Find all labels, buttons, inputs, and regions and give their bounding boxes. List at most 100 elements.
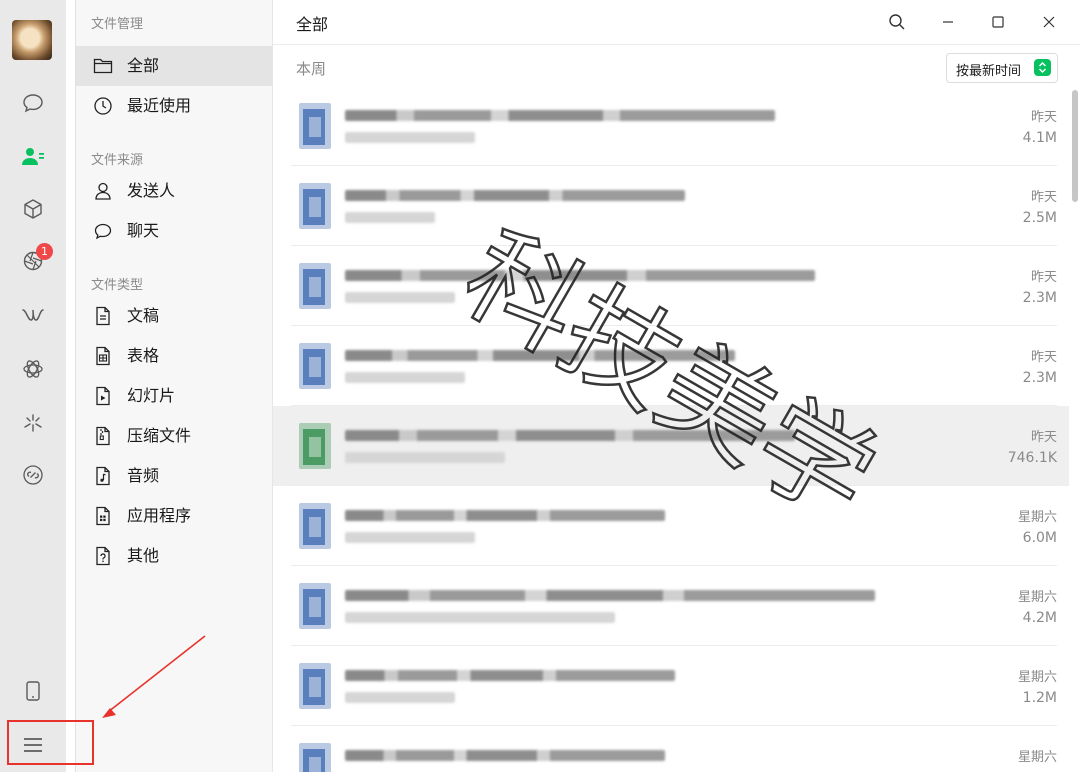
file-manager-sidebar: 文件管理 全部 最近使用 文件来源 发送人 聊天 文件类型 文稿 表格 幻灯片 …: [75, 0, 273, 772]
word-file-icon: [295, 741, 335, 772]
sidebar-item-label: 发送人: [127, 181, 176, 200]
sidebar-item-archives[interactable]: 压缩文件: [76, 416, 273, 456]
page-title: 全部: [296, 15, 329, 34]
file-source-redacted: [345, 612, 615, 623]
sidebar-item-label: 表格: [127, 346, 160, 365]
word-file-icon: [295, 261, 335, 311]
file-name-redacted: [345, 590, 875, 601]
file-name-redacted: [345, 190, 685, 201]
word-file-icon: [295, 341, 335, 391]
file-date: 星期六: [1017, 670, 1057, 685]
sidebar-item-other[interactable]: 其他: [76, 536, 273, 576]
chat-bubble-icon: [93, 221, 113, 241]
file-row[interactable]: 星期六: [273, 726, 1069, 772]
file-list-panel: 全部 本周 按最新时间 昨天 4.1M 昨天 2.5M 昨天 2.3M 昨天 2.3M 昨天 74…: [272, 0, 1080, 772]
file-row[interactable]: 昨天 2.3M: [273, 246, 1069, 326]
word-file-icon: [295, 661, 335, 711]
file-row[interactable]: 昨天 4.1M: [273, 86, 1069, 166]
file-source-redacted: [345, 292, 455, 303]
file-source-redacted: [345, 372, 465, 383]
type-section-title: 文件类型: [91, 278, 144, 293]
favorites-cube-icon[interactable]: [18, 194, 48, 224]
section-label-this-week: 本周: [296, 60, 327, 78]
sidebar-item-all[interactable]: 全部: [76, 46, 273, 86]
sidebar-item-label: 压缩文件: [127, 426, 192, 445]
file-size: 4.2M: [1022, 610, 1057, 626]
unknown-file-icon: [93, 546, 113, 566]
file-size: 6.0M: [1022, 530, 1057, 546]
word-file-icon: [295, 101, 335, 151]
word-file-icon: [295, 181, 335, 231]
file-row[interactable]: 星期六 6.0M: [273, 486, 1069, 566]
file-date: 昨天: [1030, 270, 1057, 285]
sidebar-item-slides[interactable]: 幻灯片: [76, 376, 273, 416]
sort-dropdown-label: 按最新时间: [956, 64, 1022, 79]
document-icon: [93, 306, 113, 326]
file-date: 星期六: [1017, 750, 1057, 765]
left-nav-rail: 1: [0, 0, 66, 772]
file-row[interactable]: 星期六 4.2M: [273, 566, 1069, 646]
sidebar-item-documents[interactable]: 文稿: [76, 296, 273, 336]
chat-icon[interactable]: [18, 88, 48, 118]
file-name-redacted: [345, 350, 735, 361]
channels-icon[interactable]: [18, 300, 48, 330]
file-source-redacted: [345, 452, 505, 463]
sidebar-item-label: 幻灯片: [127, 386, 176, 405]
file-row[interactable]: 昨天 2.3M: [273, 326, 1069, 406]
file-source-redacted: [345, 132, 475, 143]
slides-icon: [93, 386, 113, 406]
sidebar-item-label: 全部: [127, 56, 160, 75]
sidebar-item-label: 文稿: [127, 306, 160, 325]
file-size: 2.3M: [1022, 290, 1057, 306]
sidebar-item-label: 其他: [127, 546, 160, 565]
file-source-redacted: [345, 692, 455, 703]
notification-badge: 1: [36, 243, 53, 260]
minimize-icon[interactable]: [936, 10, 960, 34]
search-sparkle-icon[interactable]: [18, 408, 48, 438]
file-size: 1.2M: [1022, 690, 1057, 706]
file-row[interactable]: 星期六 1.2M: [273, 646, 1069, 726]
file-date: 星期六: [1017, 510, 1057, 525]
sidebar-item-recent[interactable]: 最近使用: [76, 86, 273, 126]
file-name-redacted: [345, 110, 775, 121]
link-icon[interactable]: [18, 460, 48, 490]
sidebar-item-sender[interactable]: 发送人: [76, 171, 273, 211]
file-size: 4.1M: [1022, 130, 1057, 146]
file-name-redacted: [345, 430, 795, 441]
mini-programs-icon[interactable]: [18, 354, 48, 384]
file-source-redacted: [345, 212, 435, 223]
file-date: 昨天: [1030, 190, 1057, 205]
file-list: 昨天 4.1M 昨天 2.5M 昨天 2.3M 昨天 2.3M 昨天 746.1K 星期六 6.0M 星…: [273, 86, 1080, 772]
audio-icon: [93, 466, 113, 486]
file-name-redacted: [345, 270, 815, 281]
avatar[interactable]: [12, 20, 52, 60]
phone-icon[interactable]: [18, 676, 48, 706]
contacts-icon[interactable]: [18, 142, 48, 172]
file-size: 746.1K: [1007, 450, 1057, 466]
scrollbar[interactable]: [1072, 90, 1078, 202]
clock-icon: [93, 96, 113, 116]
close-icon[interactable]: [1037, 10, 1061, 34]
sidebar-item-audio[interactable]: 音频: [76, 456, 273, 496]
sidebar-item-spreadsheets[interactable]: 表格: [76, 336, 273, 376]
file-name-redacted: [345, 510, 665, 521]
file-name-redacted: [345, 670, 675, 681]
file-source-redacted: [345, 532, 475, 543]
word-file-icon: [295, 501, 335, 551]
search-icon[interactable]: [885, 10, 909, 34]
file-date: 昨天: [1030, 350, 1057, 365]
sidebar-item-chat[interactable]: 聊天: [76, 211, 273, 251]
person-icon: [93, 181, 113, 201]
sidebar-item-applications[interactable]: 应用程序: [76, 496, 273, 536]
sidebar-item-label: 最近使用: [127, 96, 192, 115]
file-row[interactable]: 昨天 746.1K: [273, 406, 1069, 486]
folder-icon: [93, 56, 113, 76]
annotation-highlight-box: [7, 720, 94, 765]
spreadsheet-icon: [93, 346, 113, 366]
file-name-redacted: [345, 750, 665, 761]
file-date: 昨天: [1030, 430, 1057, 445]
maximize-icon[interactable]: [986, 10, 1010, 34]
sort-dropdown[interactable]: 按最新时间: [946, 53, 1058, 83]
source-section-title: 文件来源: [91, 153, 144, 168]
file-row[interactable]: 昨天 2.5M: [273, 166, 1069, 246]
